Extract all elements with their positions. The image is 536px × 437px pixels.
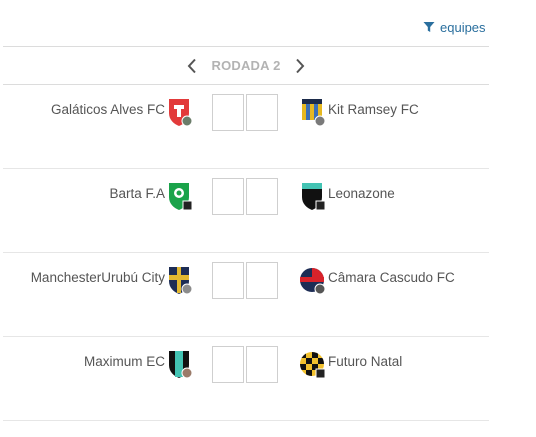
away-score-input[interactable] xyxy=(246,262,278,299)
filter-label: equipes xyxy=(440,19,486,35)
match-row: ManchesterUrubú City Câmara Cascudo FC xyxy=(3,253,489,337)
home-score-input[interactable] xyxy=(212,178,244,215)
navy-gold-crest-icon xyxy=(169,267,193,295)
round-navigation: RODADA 2 xyxy=(3,47,489,85)
home-team-name[interactable]: Barta F.A xyxy=(109,186,165,201)
away-score-input[interactable] xyxy=(246,178,278,215)
away-team-name[interactable]: Leonazone xyxy=(328,186,395,201)
away-team-name[interactable]: Kit Ramsey FC xyxy=(328,102,419,117)
chevron-right-icon xyxy=(295,58,304,73)
home-team-name[interactable]: Maximum EC xyxy=(84,354,165,369)
home-team-name[interactable]: ManchesterUrubú City xyxy=(31,270,165,285)
match-row: Barta F.A Leonazone xyxy=(3,169,489,253)
home-score-input[interactable] xyxy=(212,94,244,131)
striped-blue-yellow-crest-icon xyxy=(302,99,326,127)
black-teal-crest-icon xyxy=(302,183,326,211)
away-score-input[interactable] xyxy=(246,94,278,131)
black-teal-crest-icon xyxy=(169,351,193,379)
home-score-input[interactable] xyxy=(212,262,244,299)
round-title: RODADA 2 xyxy=(211,58,281,73)
home-score-input[interactable] xyxy=(212,346,244,383)
next-round-button[interactable] xyxy=(293,57,307,75)
home-team-name[interactable]: Galáticos Alves FC xyxy=(51,102,165,117)
green-crest-icon xyxy=(169,183,193,211)
previous-round-button[interactable] xyxy=(185,57,199,75)
chevron-left-icon xyxy=(188,58,197,73)
fixtures-panel: RODADA 2 Galáticos Alves FC Kit Ramsey F… xyxy=(3,46,489,437)
away-score-input[interactable] xyxy=(246,346,278,383)
match-row: Maximum EC Futuro Natal xyxy=(3,337,489,421)
red-navy-crest-icon xyxy=(300,268,326,295)
away-team-name[interactable]: Futuro Natal xyxy=(328,354,402,369)
red-white-crest-icon xyxy=(169,99,193,127)
match-row: Galáticos Alves FC Kit Ramsey FC xyxy=(3,85,489,169)
team-filter-button[interactable]: equipes xyxy=(423,17,486,37)
yellow-black-checkered-crest-icon xyxy=(300,352,326,379)
filter-icon xyxy=(423,22,435,32)
away-team-name[interactable]: Câmara Cascudo FC xyxy=(328,270,455,285)
